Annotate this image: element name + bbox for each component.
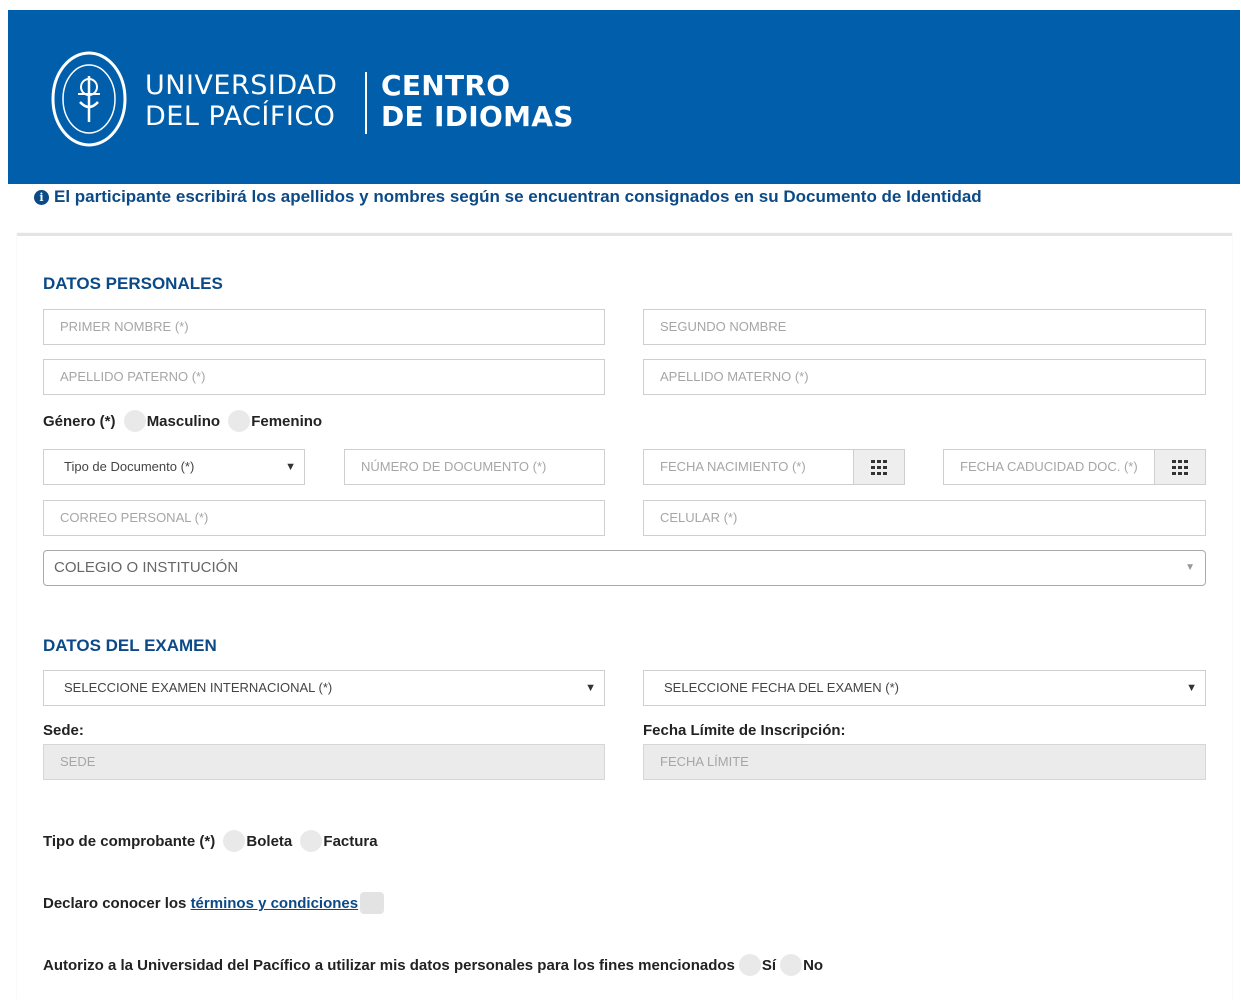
- site-label: Sede:: [43, 722, 84, 739]
- document-type-select[interactable]: Tipo de Documento (*) ▼: [43, 449, 305, 485]
- gender-male-radio[interactable]: [123, 410, 146, 432]
- deadline-label: Fecha Límite de Inscripción:: [643, 722, 846, 739]
- doc-expiry-date-input[interactable]: FECHA CADUCIDAD DOC. (*): [943, 449, 1206, 485]
- doc-expiry-placeholder: FECHA CADUCIDAD DOC. (*): [960, 459, 1138, 474]
- logo-divider: [365, 72, 367, 134]
- university-name: UNIVERSIDAD DEL PACÍFICO: [145, 70, 338, 132]
- calendar-grid-icon: [1172, 460, 1188, 475]
- authorize-yes-label[interactable]: Sí: [762, 957, 776, 974]
- authorize-group: Autorizo a la Universidad del Pacífico a…: [43, 954, 823, 976]
- document-type-value: Tipo de Documento (*): [64, 459, 195, 474]
- terms-checkbox[interactable]: [360, 892, 385, 914]
- caret-down-icon: ▼: [285, 461, 296, 473]
- birth-date-calendar-button[interactable]: [853, 450, 904, 484]
- authorize-label: Autorizo a la Universidad del Pacífico a…: [43, 957, 735, 974]
- exam-date-select[interactable]: SELECCIONE FECHA DEL EXAMEN (*) ▼: [643, 670, 1206, 706]
- gender-male-label[interactable]: Masculino: [147, 413, 220, 430]
- center-name: CENTRO DE IDIOMAS: [381, 69, 574, 133]
- gender-female-radio[interactable]: [228, 410, 251, 432]
- second-name-input[interactable]: SEGUNDO NOMBRE: [643, 309, 1206, 345]
- school-select-value: COLEGIO O INSTITUCIÓN: [54, 559, 239, 576]
- receipt-factura-label[interactable]: Factura: [323, 833, 377, 850]
- university-seal-logo: [51, 51, 127, 147]
- calendar-grid-icon: [871, 460, 887, 475]
- terms-group: Declaro conocer los términos y condicion…: [43, 892, 385, 914]
- exam-select-value: SELECCIONE EXAMEN INTERNACIONAL (*): [64, 680, 333, 695]
- deadline-field: FECHA LÍMITE: [643, 744, 1206, 780]
- birth-date-input[interactable]: FECHA NACIMIENTO (*): [643, 449, 905, 485]
- exam-select[interactable]: SELECCIONE EXAMEN INTERNACIONAL (*) ▼: [43, 670, 605, 706]
- terms-link[interactable]: términos y condiciones: [191, 895, 359, 912]
- caret-down-icon: ▼: [1186, 682, 1197, 694]
- receipt-type-label: Tipo de comprobante (*): [43, 833, 216, 850]
- maternal-surname-input[interactable]: APELLIDO MATERNO (*): [643, 359, 1206, 395]
- terms-prefix: Declaro conocer los: [43, 895, 187, 912]
- receipt-type-group: Tipo de comprobante (*) Boleta Factura: [43, 830, 378, 852]
- identity-notice: i El participante escribirá los apellidos…: [34, 187, 982, 207]
- gender-group: Género (*) Masculino Femenino: [43, 410, 322, 432]
- authorize-yes-radio[interactable]: [738, 954, 761, 976]
- gender-label: Género (*): [43, 413, 116, 430]
- info-icon: i: [34, 190, 49, 205]
- receipt-boleta-radio[interactable]: [223, 830, 246, 852]
- site-field: SEDE: [43, 744, 605, 780]
- first-name-input[interactable]: PRIMER NOMBRE (*): [43, 309, 605, 345]
- school-select[interactable]: COLEGIO O INSTITUCIÓN ▼: [43, 550, 1206, 586]
- authorize-no-label[interactable]: No: [803, 957, 823, 974]
- receipt-boleta-label[interactable]: Boleta: [246, 833, 292, 850]
- caret-down-icon: ▼: [585, 682, 596, 694]
- phone-input[interactable]: CELULAR (*): [643, 500, 1206, 536]
- caret-down-icon: ▼: [1185, 562, 1195, 573]
- paternal-surname-input[interactable]: APELLIDO PATERNO (*): [43, 359, 605, 395]
- exam-date-select-value: SELECCIONE FECHA DEL EXAMEN (*): [664, 680, 900, 695]
- gender-female-label[interactable]: Femenino: [251, 413, 322, 430]
- expiry-date-calendar-button[interactable]: [1154, 450, 1205, 484]
- receipt-factura-radio[interactable]: [300, 830, 323, 852]
- exam-data-title: DATOS DEL EXAMEN: [43, 636, 217, 655]
- page-header: UNIVERSIDAD DEL PACÍFICO CENTRO DE IDIOM…: [8, 10, 1240, 184]
- registration-form-panel: [17, 233, 1232, 1000]
- email-input[interactable]: CORREO PERSONAL (*): [43, 500, 605, 536]
- authorize-no-radio[interactable]: [780, 954, 803, 976]
- birth-date-placeholder: FECHA NACIMIENTO (*): [660, 459, 806, 474]
- document-number-input[interactable]: NÚMERO DE DOCUMENTO (*): [344, 449, 605, 485]
- personal-data-title: DATOS PERSONALES: [43, 274, 223, 293]
